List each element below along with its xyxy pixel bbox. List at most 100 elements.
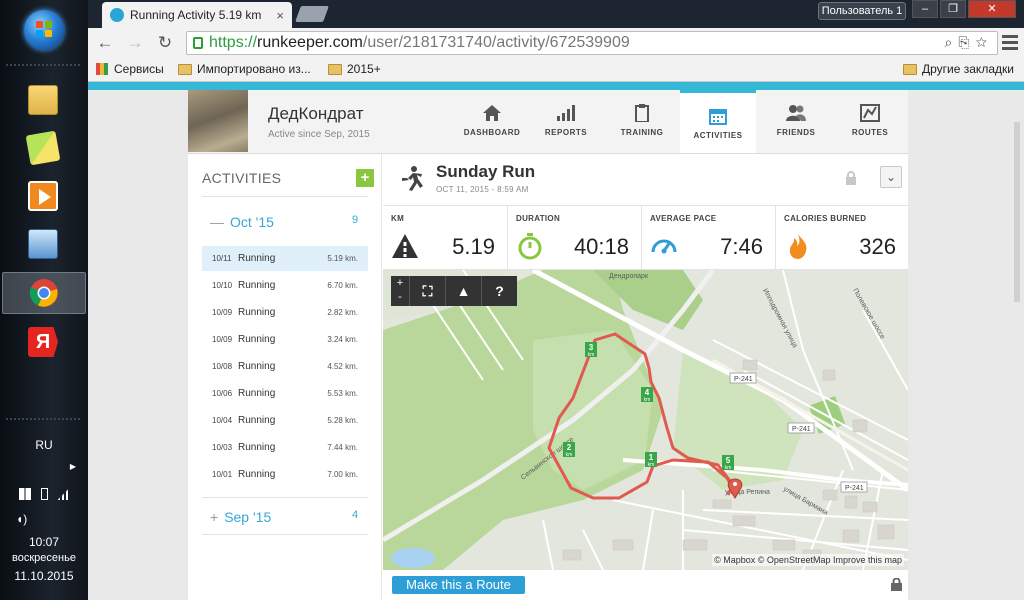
page-top-bar (88, 82, 1024, 90)
omnibox-icons: ⌕⎘☆ (945, 34, 993, 51)
chrome-icon[interactable] (2, 272, 86, 314)
km-marker: 1km (645, 452, 657, 468)
page-viewport: ДедКондрат Active since Sep, 2015 DASHBO… (88, 82, 1024, 600)
flame-icon (789, 234, 807, 259)
network-icon[interactable] (20, 224, 66, 264)
windows-flag-icon (36, 21, 53, 38)
close-window-button[interactable]: ✕ (968, 0, 1016, 18)
nav-activities[interactable]: ACTIVITIES (680, 90, 756, 153)
activity-detail: Sunday Run OCT 11, 2015 - 8:59 AM ⌄ KM 5… (383, 154, 908, 600)
user-profile-button[interactable]: Пользователь 1 (818, 2, 906, 20)
month-oct-header[interactable]: — Oct '15 9 (210, 214, 358, 230)
new-tab-button[interactable] (295, 6, 329, 22)
nav-routes[interactable]: ROUTES (832, 90, 908, 153)
clock-time[interactable]: 10:07 (0, 535, 88, 549)
nav-reports[interactable]: REPORTS (528, 90, 604, 153)
route-map[interactable]: Сельвинское шоссе Ипподромная улица улиц… (383, 270, 908, 570)
stat-value: 40:18 (573, 234, 629, 259)
map-canvas[interactable]: Сельвинское шоссе Ипподромная улица улиц… (383, 270, 908, 570)
minimize-button[interactable]: – (912, 0, 938, 18)
clock-weekday[interactable]: воскресенье (0, 552, 88, 564)
url-scheme: https:// (209, 34, 258, 51)
translate-icon[interactable]: ⎘ (958, 34, 975, 50)
profile-since: Active since Sep, 2015 (268, 129, 370, 140)
start-button[interactable] (24, 10, 64, 50)
stat-distance: KM 5.19 (391, 214, 495, 259)
road-shield: P-241 (734, 376, 753, 383)
windows-taskbar: Я RU ▶ ◖) 10:07 воскресенье 11.10.2015 (0, 0, 88, 600)
action-center-icon[interactable] (18, 488, 31, 500)
language-indicator[interactable]: RU (0, 438, 88, 452)
running-person-icon (402, 166, 423, 191)
nav-dashboard[interactable]: DASHBOARD (454, 90, 530, 153)
zoom-in-button[interactable]: + (391, 276, 409, 290)
make-route-button[interactable]: Make this a Route (392, 576, 525, 594)
nav-training[interactable]: TRAINING (604, 90, 680, 153)
maximize-button[interactable]: ❐ (940, 0, 966, 18)
address-bar[interactable]: https://runkeeper.com/user/2181731740/ac… (186, 31, 998, 55)
bookmark-star-icon[interactable]: ☆ (976, 34, 993, 50)
activity-row[interactable]: 10/09 Running 3.24 km. (202, 327, 368, 352)
add-activity-button[interactable]: + (356, 169, 374, 187)
media-player-icon[interactable] (20, 176, 66, 216)
activity-row[interactable]: 10/03 Running 7.44 km. (202, 435, 368, 460)
map-attribution[interactable]: © Mapbox © OpenStreetMap Improve this ma… (712, 554, 904, 566)
zoom-icon[interactable]: ⌕ (945, 34, 959, 50)
tray-expand-icon[interactable]: ▶ (0, 462, 88, 471)
activity-row[interactable]: 10/10 Running 6.70 km. (202, 273, 368, 298)
tab-active[interactable]: Running Activity 5.19 km × (102, 2, 292, 28)
forward-button[interactable]: → (124, 32, 146, 54)
month-expand-icon: + (210, 509, 219, 525)
chrome-menu-icon[interactable] (1000, 32, 1020, 54)
nav-friends[interactable]: FRIENDS (758, 90, 834, 153)
stopwatch-icon (518, 233, 542, 260)
home-icon (483, 105, 501, 121)
terrain-button[interactable]: ▲ (445, 276, 481, 306)
bookmarks-bar: Сервисы Импортировано из... 2015+ Другие… (88, 58, 1024, 82)
stat-duration: DURATION 40:18 (507, 206, 641, 270)
month-sep-header[interactable]: + Sep '15 4 (210, 509, 358, 525)
bookmark-apps[interactable]: Сервисы (96, 62, 164, 76)
bookmark-2015-folder[interactable]: 2015+ (328, 62, 381, 76)
clock-date[interactable]: 11.10.2015 (0, 569, 88, 583)
battery-icon[interactable] (40, 488, 48, 500)
activity-row[interactable]: 10/11 Running 5.19 km. (202, 246, 368, 271)
volume-icon[interactable]: ◖) (0, 512, 88, 526)
stat-value: 7:46 (720, 234, 763, 259)
profile-name[interactable]: ДедКондрат (268, 104, 364, 124)
km-marker: 2km (563, 442, 575, 458)
month-collapse-icon: — (210, 214, 224, 230)
yandex-icon[interactable]: Я (20, 322, 66, 362)
lock-icon[interactable] (891, 578, 902, 591)
sidebar-title: ACTIVITIES (202, 170, 282, 186)
activity-row[interactable]: 10/06 Running 5.53 km. (202, 381, 368, 406)
avatar[interactable] (188, 90, 248, 152)
activity-options-button[interactable]: ⌄ (880, 166, 902, 188)
bookmark-other-folder[interactable]: Другие закладки (903, 62, 1014, 76)
runkeeper-site: ДедКондрат Active since Sep, 2015 DASHBO… (188, 90, 908, 600)
fullscreen-button[interactable]: ⛶ (409, 276, 445, 306)
chrome-window: Running Activity 5.19 km × Пользователь … (88, 0, 1024, 600)
signal-icon[interactable] (57, 488, 70, 500)
page-scrollbar[interactable] (1010, 112, 1024, 312)
privacy-lock-icon[interactable] (845, 171, 857, 185)
url-host: runkeeper.com (257, 34, 363, 51)
reload-button[interactable]: ↻ (154, 32, 176, 54)
zoom-out-button[interactable]: - (391, 290, 409, 304)
sticky-notes-icon[interactable] (20, 128, 66, 168)
people-icon (786, 105, 806, 121)
back-button[interactable]: ← (94, 32, 116, 54)
tab-close-icon[interactable]: × (276, 8, 284, 23)
activity-row[interactable]: 10/01 Running 7.00 km. (202, 462, 368, 487)
stat-value: 326 (859, 234, 896, 259)
svg-text:km: km (648, 462, 655, 468)
help-button[interactable]: ? (481, 276, 517, 306)
ssl-lock-icon[interactable] (193, 37, 203, 49)
speedometer-icon (651, 239, 677, 254)
chevron-down-icon: ⌄ (885, 170, 897, 184)
bookmark-imported-folder[interactable]: Импортировано из... (178, 62, 311, 76)
activity-row[interactable]: 10/08 Running 4.52 km. (202, 354, 368, 379)
activity-row[interactable]: 10/09 Running 2.82 km. (202, 300, 368, 325)
file-explorer-icon[interactable] (20, 80, 66, 120)
activity-row[interactable]: 10/04 Running 5.28 km. (202, 408, 368, 433)
